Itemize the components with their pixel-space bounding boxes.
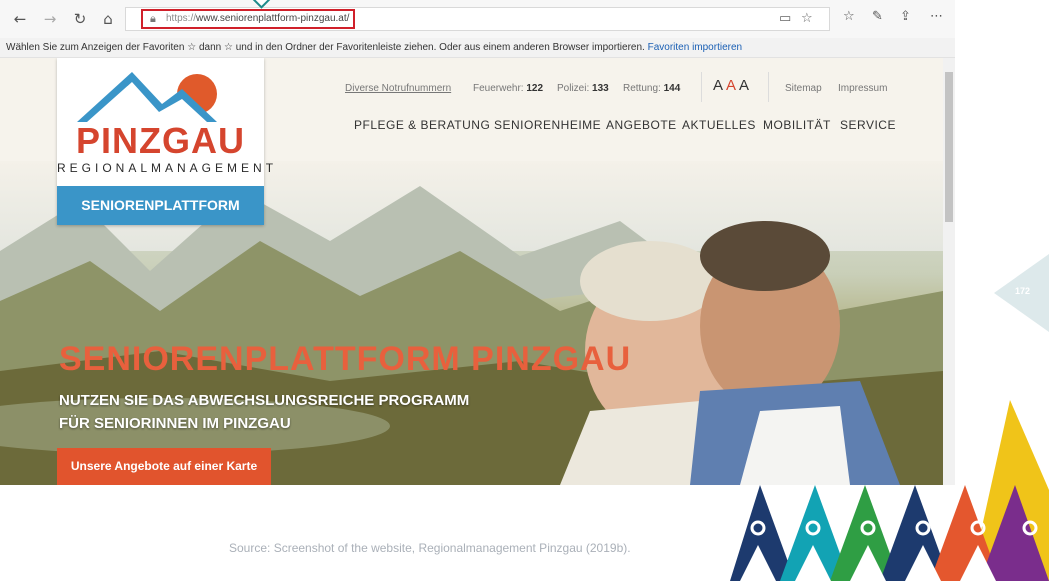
- favorites-icon[interactable]: ☆: [843, 9, 855, 24]
- source-caption: Source: Screenshot of the website, Regio…: [229, 541, 631, 555]
- hero-title: SENIORENPLATTFORM PINZGAU: [59, 340, 632, 378]
- decorative-triangles: [730, 400, 1049, 581]
- favorites-import-link[interactable]: Favoriten importieren: [648, 42, 742, 53]
- logo-title: PINZGAU: [76, 120, 245, 161]
- impressum-link[interactable]: Impressum: [838, 83, 887, 94]
- menu-pflege-beratung[interactable]: PFLEGE & BERATUNG: [354, 118, 490, 132]
- pen-icon[interactable]: ✎: [872, 9, 883, 24]
- sitemap-link[interactable]: Sitemap: [785, 83, 822, 94]
- lock-icon: 🔒︎: [150, 12, 156, 25]
- hero-subtitle-line2: FÜR SENIORINNEN IM PINZGAU: [59, 415, 291, 432]
- address-bar[interactable]: 🔒︎ https://www.seniorenplattform-pinzgau…: [125, 7, 830, 31]
- font-size-large[interactable]: A: [739, 77, 752, 94]
- font-size-medium[interactable]: A: [726, 77, 739, 94]
- menu-mobilitaet[interactable]: MOBILITÄT: [763, 118, 831, 132]
- site-logo[interactable]: PINZGAU REGIONALMANAGEMENT SENIORENPLATT…: [57, 58, 278, 225]
- feuerwehr-info: Feuerwehr: 122: [473, 83, 544, 94]
- font-size-small[interactable]: A: [713, 77, 726, 94]
- page-number: 172: [1015, 286, 1031, 296]
- share-icon[interactable]: ⇪: [900, 9, 911, 24]
- home-icon[interactable]: ⌂: [98, 9, 118, 29]
- url-text[interactable]: https://www.seniorenplattform-pinzgau.at…: [166, 13, 349, 24]
- hero-subtitle-line1: NUTZEN SIE DAS ABWECHSLUNGSREICHE PROGRA…: [59, 392, 470, 409]
- favorites-hint: Wählen Sie zum Anzeigen der Favoriten ☆ …: [6, 42, 645, 53]
- refresh-icon[interactable]: ↻: [70, 9, 90, 29]
- scroll-thumb[interactable]: [945, 72, 953, 222]
- map-offers-button[interactable]: Unsere Angebote auf einer Karte: [57, 448, 271, 485]
- divider: [768, 72, 769, 102]
- font-size-switcher: AAA: [713, 77, 752, 94]
- logo-band: SENIORENPLATTFORM: [57, 186, 264, 225]
- forward-icon[interactable]: →: [40, 9, 60, 29]
- polizei-info: Polizei: 133: [557, 83, 609, 94]
- menu-angebote[interactable]: ANGEBOTE: [606, 118, 677, 132]
- browser-toolbar: ← → ↻ ⌂ 🔒︎ https://www.seniorenplattform…: [0, 0, 955, 38]
- logo-mountain-icon: [77, 72, 217, 122]
- menu-aktuelles[interactable]: AKTUELLES: [682, 118, 756, 132]
- notruf-link[interactable]: Diverse Notrufnummern: [345, 83, 451, 94]
- favorites-bar: Wählen Sie zum Anzeigen der Favoriten ☆ …: [0, 38, 955, 58]
- menu-service[interactable]: SERVICE: [840, 118, 896, 132]
- divider: [701, 72, 702, 102]
- logo-subtitle: REGIONALMANAGEMENT: [57, 161, 278, 175]
- reading-view-icon[interactable]: ▭: [779, 11, 791, 26]
- star-icon[interactable]: ☆: [801, 11, 813, 26]
- more-icon[interactable]: ⋯: [930, 9, 943, 24]
- rettung-info: Rettung: 144: [623, 83, 681, 94]
- menu-seniorenheime[interactable]: SENIORENHEIME: [494, 118, 601, 132]
- back-icon[interactable]: ←: [10, 9, 30, 29]
